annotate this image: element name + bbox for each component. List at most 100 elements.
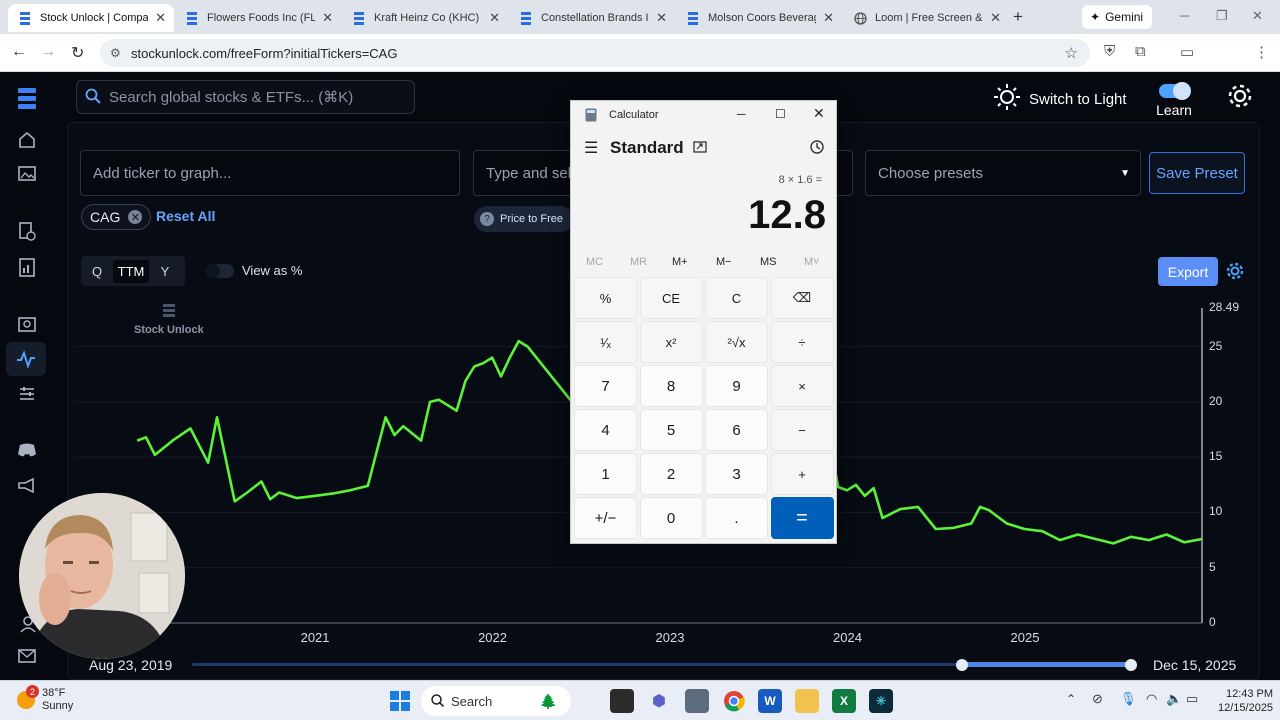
wifi-icon[interactable]: ◠ [1146,691,1157,707]
calculator-titlebar[interactable]: Calculator ─ ☐ ✕ [571,101,836,129]
key-backspace-icon[interactable]: ⌫ [770,277,834,319]
close-tab-icon[interactable]: ✕ [990,10,1001,26]
task-view-icon[interactable] [610,689,634,713]
key-digit-4[interactable]: 4 [574,409,637,451]
tab-kraft-heinz[interactable]: Kraft Heinz Co (KHC) - S ✕ [342,4,508,32]
minimize-icon[interactable]: ─ [1180,8,1189,23]
close-tab-icon[interactable]: ✕ [155,10,166,26]
back-icon[interactable]: ← [11,43,27,61]
forward-icon[interactable]: → [40,43,56,61]
key-equals[interactable]: = [770,497,834,539]
teams-icon[interactable]: ⬢ [647,689,671,713]
battery-icon[interactable]: ▭ [1186,691,1198,707]
tab-title: Stock Unlock | Compare [40,12,148,24]
calc-close-icon[interactable]: ✕ [813,105,825,122]
series-line-1[interactable] [828,440,1203,545]
mem-clear-button[interactable]: MC [586,256,603,268]
key-digit-0[interactable]: 0 [639,497,703,539]
shield-extension-icon[interactable]: ⛨ [1104,43,1115,60]
key-clear-entry[interactable]: CE [639,277,703,319]
menu-dots-icon[interactable]: ⋮ [1254,43,1269,61]
slider-end-handle[interactable] [1125,659,1137,671]
date-range-slider[interactable] [192,659,1142,671]
maximize-icon[interactable]: ❐ [1216,8,1228,24]
app-icon[interactable]: ✳ [869,689,893,713]
mem-list-button[interactable]: M˅ [804,256,820,268]
microphone-icon[interactable]: 🎙 [1120,691,1137,707]
tab-stock-unlock[interactable]: Stock Unlock | Compare ✕ [8,4,174,32]
mem-recall-button[interactable]: MR [630,256,647,268]
key-divide[interactable]: ÷ [770,321,834,363]
calc-maximize-icon[interactable]: ☐ [775,107,786,121]
key-square-root[interactable]: ²√x [705,321,768,363]
calculator-app-icon [585,108,597,125]
key-percent[interactable]: % [574,277,637,319]
url-field[interactable]: ⚙ stockunlock.com/freeForm?initialTicker… [100,39,1090,67]
close-tab-icon[interactable]: ✕ [656,10,667,26]
calculator-title: Calculator [609,109,659,121]
calculator-taskbar-icon[interactable] [685,689,709,713]
chevron-up-icon[interactable]: ⌃ [1066,692,1076,706]
close-tab-icon[interactable]: ✕ [489,10,500,26]
keep-on-top-icon[interactable] [693,140,707,159]
history-icon[interactable] [809,139,825,160]
key-digit-2[interactable]: 2 [639,453,703,495]
key-negate[interactable]: +/− [574,497,637,539]
key-clear[interactable]: C [705,277,768,319]
tab-constellation[interactable]: Constellation Brands Inc ✕ [509,4,675,32]
windows-start-icon[interactable] [388,689,412,713]
key-digit-9[interactable]: 9 [705,365,768,407]
key-reciprocal[interactable]: ¹⁄ₓ [574,321,637,363]
key-digit-5[interactable]: 5 [639,409,703,451]
mem-add-button[interactable]: M+ [672,256,688,268]
key-plus[interactable]: + [770,453,834,495]
reload-icon[interactable]: ↻ [71,43,84,63]
bookmark-star-icon[interactable]: ☆ [1065,44,1078,62]
webcam-bubble[interactable] [19,493,185,659]
key-square[interactable]: x² [639,321,703,363]
y-tick-label: 15 [1209,449,1223,464]
slider-start-handle[interactable] [956,659,968,671]
calculator-window[interactable]: Calculator ─ ☐ ✕ ☰ Standard 8 × 1. 6 = 12… [570,100,837,544]
key-minus[interactable]: − [770,409,834,451]
new-tab-button[interactable]: + [1013,7,1023,27]
network-off-icon[interactable]: ⊘ [1092,691,1103,707]
stock-unlock-favicon-icon [686,11,700,25]
volume-icon[interactable]: 🔈 [1166,691,1182,707]
key-digit-8[interactable]: 8 [639,365,703,407]
close-tab-icon[interactable]: ✕ [823,10,834,26]
extensions-puzzle-icon[interactable]: ⧉ [1135,43,1146,60]
key-digit-7[interactable]: 7 [574,365,637,407]
gemini-button[interactable]: ✦ Gemini [1082,5,1152,29]
taskbar-search[interactable]: Search 🌲 [421,686,571,716]
system-clock[interactable]: 12:43 PM 12/15/2025 [1218,687,1273,715]
tab-loom[interactable]: Loom | Free Screen & Vi ✕ [843,4,1009,32]
tab-flowers-foods[interactable]: Flowers Foods Inc (FLO) ✕ [175,4,341,32]
file-explorer-icon[interactable] [795,689,819,713]
site-info-icon[interactable]: ⚙ [110,46,121,60]
mem-store-button[interactable]: MS [760,256,777,268]
calc-minimize-icon[interactable]: ─ [737,107,746,121]
calculator-mode: Standard [610,138,684,157]
key-digit-3[interactable]: 3 [705,453,768,495]
word-icon[interactable]: W [758,689,782,713]
series-line-0[interactable] [136,339,573,503]
calc-result: 12.8 [748,193,826,237]
stock-unlock-favicon-icon [18,11,32,25]
key-decimal[interactable]: . [705,497,768,539]
tab-molson-coors[interactable]: Molson Coors Beverage ✕ [676,4,842,32]
chrome-icon[interactable] [722,689,746,713]
key-digit-1[interactable]: 1 [574,453,637,495]
key-multiply[interactable]: × [770,365,834,407]
excel-icon[interactable]: X [832,689,856,713]
key-digit-6[interactable]: 6 [705,409,768,451]
search-highlight-icon: 🌲 [539,693,557,709]
close-window-icon[interactable]: ✕ [1252,8,1263,24]
weather-condition: Sunny [42,700,74,712]
tab-title: Loom | Free Screen & Vi [875,12,983,24]
close-tab-icon[interactable]: ✕ [322,10,333,26]
mem-subtract-button[interactable]: M− [716,256,732,268]
cast-icon[interactable]: ▭ [1180,43,1194,61]
x-tick-label: 2023 [655,630,685,645]
hamburger-menu-icon[interactable]: ☰ [584,138,598,158]
